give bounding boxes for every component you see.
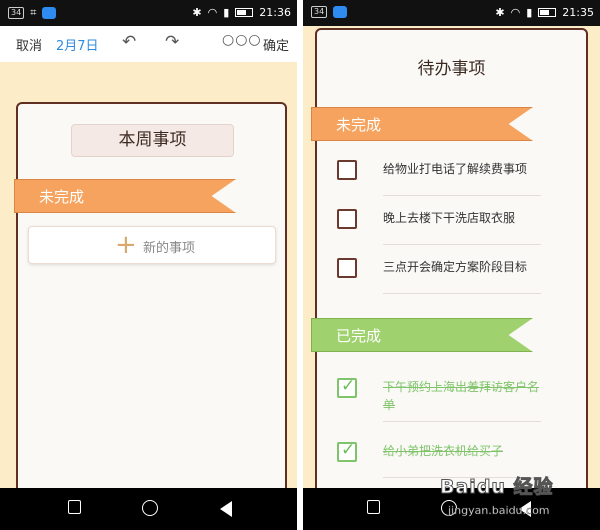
completed-ribbon: 已完成 [311, 318, 533, 352]
redo-icon[interactable]: ↷ [165, 32, 179, 52]
divider [383, 421, 541, 422]
status-time: 21:35 [562, 6, 594, 19]
home-icon[interactable] [142, 500, 158, 516]
wifi-icon: ◠ [510, 6, 521, 19]
status-time: 21:36 [259, 6, 291, 19]
left-phone-screen: 34 ⌗ ✱ ◠ ▮ 21:36 取消 2月7日 ↶ ↷ ○○○ 确定 本周事项… [0, 0, 297, 530]
signal-icon: ▮ [223, 6, 230, 19]
screenshot-icon: ⌗ [30, 6, 37, 19]
bluetooth-icon: ✱ [495, 6, 505, 19]
battery-icon [538, 8, 557, 17]
confirm-button[interactable]: 确定 [263, 35, 289, 54]
task-item[interactable]: 晚上去楼下干洗店取衣服 [337, 197, 547, 245]
incomplete-ribbon: 未完成 [311, 107, 533, 141]
incomplete-label: 未完成 [336, 116, 382, 134]
editor-toolbar: 取消 2月7日 ↶ ↷ ○○○ 确定 [0, 26, 297, 62]
week-title[interactable]: 本周事项 [71, 124, 234, 157]
note-canvas: 待办事项 未完成 给物业打电话了解续费事项 晚上去楼下干洗店取衣服 三点开会确定… [303, 26, 600, 498]
incomplete-ribbon: 未完成 [14, 179, 236, 213]
incomplete-label: 未完成 [39, 188, 85, 206]
wifi-icon: ◠ [207, 6, 218, 19]
battery-icon [235, 8, 254, 17]
right-phone-screen: 34 ✱ ◠ ▮ 21:35 待办事项 未完成 给物业打电话了解续费事项 晚上去… [303, 0, 600, 530]
task-text: 给物业打电话了解续费事项 [383, 162, 528, 176]
task-checkbox[interactable] [337, 209, 357, 229]
note-canvas: 本周事项 未完成 + 新的事项 [0, 62, 297, 502]
divider [383, 293, 541, 294]
task-item[interactable]: 给物业打电话了解续费事项 [337, 148, 547, 196]
back-icon[interactable] [220, 501, 232, 517]
bluetooth-icon: ✱ [192, 6, 202, 19]
watermark-url: jingyan.baidu.com [448, 504, 550, 517]
task-checkbox-checked[interactable]: ✓ [337, 440, 357, 462]
more-options-icon[interactable]: ○○○ [222, 32, 262, 48]
divider [383, 244, 541, 245]
recent-apps-icon[interactable] [68, 500, 81, 514]
new-item-label: 新的事项 [143, 241, 196, 256]
task-text: 给小弟把洗衣机给买子 [383, 444, 504, 458]
task-checkbox[interactable] [337, 160, 357, 180]
cloud-app-icon [333, 6, 348, 18]
undo-icon[interactable]: ↶ [122, 32, 136, 52]
baidu-jingyan-watermark: Baidu 经验 jingyan.baidu.com [440, 470, 600, 530]
cloud-app-icon [42, 7, 57, 19]
todo-title: 待办事项 [417, 59, 486, 79]
cancel-button[interactable]: 取消 [16, 35, 42, 54]
checkmark-icon: ✓ [341, 440, 356, 460]
task-text: 晚上去楼下干洗店取衣服 [383, 211, 516, 225]
new-item-button[interactable]: + 新的事项 [28, 226, 276, 264]
status-bar: 34 ⌗ ✱ ◠ ▮ 21:36 [0, 0, 297, 26]
checkmark-icon: ✓ [341, 376, 356, 396]
android-nav-bar [0, 488, 297, 530]
recent-apps-icon[interactable] [367, 500, 380, 514]
task-item-completed[interactable]: ✓ 下午预约上海出差拜访客户名单 [337, 366, 547, 422]
divider [383, 195, 541, 196]
date-selector[interactable]: 2月7日 [56, 35, 99, 54]
task-checkbox-checked[interactable]: ✓ [337, 376, 357, 398]
task-text: 三点开会确定方案阶段目标 [383, 260, 528, 274]
todo-card: 待办事项 未完成 给物业打电话了解续费事项 晚上去楼下干洗店取衣服 三点开会确定… [311, 28, 588, 498]
watermark-logo: Baidu 经验 [440, 476, 554, 499]
notification-badge: 34 [311, 6, 328, 18]
plus-icon: + [115, 230, 137, 260]
status-bar: 34 ✱ ◠ ▮ 21:35 [303, 0, 600, 26]
task-checkbox[interactable] [337, 258, 357, 278]
task-text: 下午预约上海出差拜访客户名单 [383, 380, 540, 412]
notification-badge: 34 [8, 7, 25, 19]
todo-card: 本周事项 未完成 + 新的事项 [14, 102, 287, 502]
completed-label: 已完成 [336, 327, 382, 345]
signal-icon: ▮ [526, 6, 533, 19]
task-item[interactable]: 三点开会确定方案阶段目标 [337, 246, 547, 294]
